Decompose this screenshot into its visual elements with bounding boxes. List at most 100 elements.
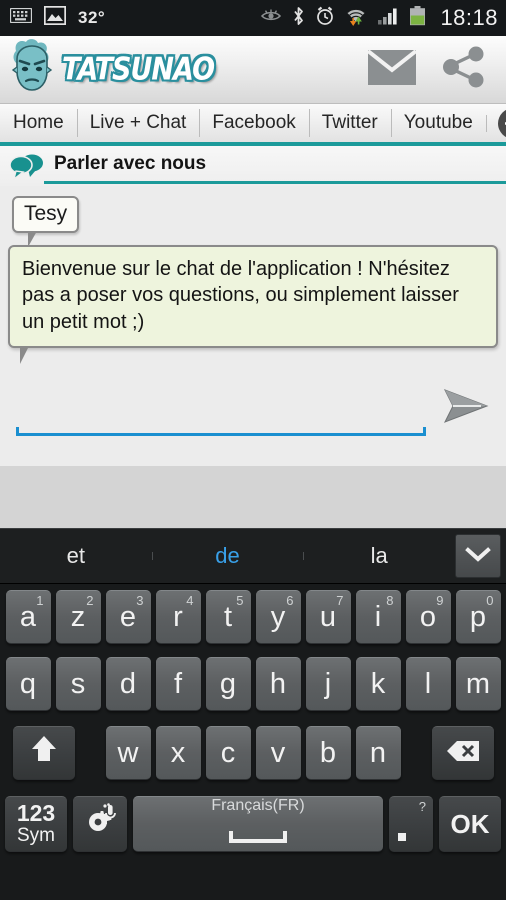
symbols-key-line1: 123 <box>16 800 56 826</box>
key-y-hint: 6 <box>286 593 294 608</box>
key-k[interactable]: k <box>355 657 401 711</box>
symbols-key-line2: Sym <box>17 825 55 846</box>
key-t[interactable]: 5 t <box>205 590 251 644</box>
app-logo[interactable]: TATSUNAO <box>4 37 215 102</box>
backspace-icon <box>446 737 480 770</box>
key-e-hint: 3 <box>136 593 144 608</box>
tab-facebook[interactable]: Facebook <box>199 102 308 144</box>
key-u[interactable]: 7 u <box>305 590 351 644</box>
share-icon[interactable] <box>442 46 486 93</box>
space-key-language-label: Français(FR) <box>211 796 305 814</box>
mail-icon[interactable] <box>366 48 418 90</box>
key-z-label: z <box>70 600 86 633</box>
message-input[interactable] <box>16 390 426 437</box>
gear-icon <box>82 803 118 845</box>
suggestion-2[interactable]: la <box>303 543 455 569</box>
add-tab-button[interactable]: + <box>485 107 506 139</box>
message-input-wrapper[interactable] <box>16 390 426 437</box>
key-r[interactable]: 4 r <box>155 590 201 644</box>
period-key-hint: ? <box>418 799 426 814</box>
key-o[interactable]: 9 o <box>405 590 451 644</box>
key-u-hint: 7 <box>336 593 344 608</box>
tab-bar: Home Live + Chat Facebook Twitter Youtub… <box>0 104 506 146</box>
image-icon <box>43 5 67 30</box>
phone-screen: 32° 18:18 TATSUNAO Home Live + Chat Face… <box>0 0 506 900</box>
key-d[interactable]: d <box>105 657 151 711</box>
period-key[interactable]: ? . <box>389 796 433 852</box>
message-compose-bar <box>8 374 498 437</box>
key-v[interactable]: v <box>255 726 301 780</box>
suggestion-0[interactable]: et <box>0 543 152 569</box>
chat-message-bubble: Bienvenue sur le chat de l'application !… <box>8 245 498 365</box>
suggestion-bar: et de la <box>0 528 506 584</box>
key-y[interactable]: 6 y <box>255 590 301 644</box>
chat-section-header: Parler avec nous <box>0 146 506 186</box>
key-i[interactable]: 8 i <box>355 590 401 644</box>
key-x[interactable]: x <box>155 726 201 780</box>
keyboard-row-1: 1 a 2 z 3 e 4 r 5 t 6 y 7 u 8 i 9 o 0 p <box>0 584 506 650</box>
key-n[interactable]: n <box>355 726 401 780</box>
expand-suggestions-button[interactable] <box>455 534 502 578</box>
key-o-label: o <box>419 600 437 633</box>
period-key-label: . <box>411 824 412 825</box>
suggestion-1[interactable]: de <box>151 543 304 569</box>
key-p[interactable]: 0 p <box>455 590 501 644</box>
key-u-label: u <box>319 600 337 633</box>
message-sender-name: Tesy <box>12 196 80 247</box>
key-p-hint: 0 <box>486 593 494 608</box>
shift-key[interactable]: shift-icon <box>12 726 75 780</box>
settings-key[interactable]: gear-icon <box>73 796 127 852</box>
app-logo-text: TATSUNAO <box>62 51 215 88</box>
key-h[interactable]: h <box>255 657 301 711</box>
keyboard-row-4: 123 Sym Français(FR) ? OK <box>0 788 506 860</box>
shift-icon <box>31 734 57 772</box>
key-j[interactable]: j <box>305 657 351 711</box>
key-a-label: a <box>19 600 37 633</box>
keyboard-row-3: shift-icon w x c v b n backspace-icon <box>0 718 506 788</box>
plus-icon <box>497 107 506 139</box>
key-e[interactable]: 3 e <box>105 590 151 644</box>
bluetooth-icon <box>292 6 305 31</box>
keyboard-row-2: q s d f g h j k l m <box>0 650 506 718</box>
app-header-actions <box>366 46 492 93</box>
input-underline <box>16 427 426 437</box>
signal-icon <box>377 7 399 30</box>
key-a-hint: 1 <box>36 593 44 608</box>
key-b[interactable]: b <box>305 726 351 780</box>
mascot-icon <box>4 37 60 102</box>
send-button[interactable] <box>442 384 490 432</box>
period-key-dot <box>398 833 406 841</box>
key-i-hint: 8 <box>386 593 394 608</box>
key-a[interactable]: 1 a <box>5 590 51 644</box>
key-q[interactable]: q <box>5 657 51 711</box>
eye-icon <box>260 8 282 29</box>
temperature-readout: 32° <box>78 8 106 27</box>
key-s[interactable]: s <box>55 657 101 711</box>
ok-key[interactable]: OK <box>439 796 501 852</box>
key-r-label: r <box>173 600 183 633</box>
tab-twitter[interactable]: Twitter <box>308 102 391 144</box>
app-header: TATSUNAO <box>0 36 506 104</box>
key-m[interactable]: m <box>455 657 501 711</box>
key-z[interactable]: 2 z <box>55 590 101 644</box>
status-bar-left: 32° <box>9 5 106 30</box>
key-o-hint: 9 <box>436 593 444 608</box>
status-bar: 32° 18:18 <box>0 0 506 36</box>
space-key[interactable]: Français(FR) <box>133 796 383 852</box>
clock: 18:18 <box>440 5 498 30</box>
key-e-label: e <box>119 600 137 633</box>
wifi-icon <box>345 6 367 31</box>
key-l[interactable]: l <box>405 657 451 711</box>
key-g[interactable]: g <box>205 657 251 711</box>
tab-youtube[interactable]: Youtube <box>390 102 486 144</box>
space-bar-icon <box>229 819 287 852</box>
chat-title-underline <box>44 181 506 184</box>
backspace-key[interactable]: backspace-icon <box>431 726 494 780</box>
key-w[interactable]: w <box>105 726 151 780</box>
key-f[interactable]: f <box>155 657 201 711</box>
tab-home[interactable]: Home <box>0 102 77 144</box>
tab-live-chat[interactable]: Live + Chat <box>76 102 200 144</box>
symbols-key[interactable]: 123 Sym <box>5 796 67 852</box>
key-c[interactable]: c <box>205 726 251 780</box>
key-p-label: p <box>469 600 487 633</box>
